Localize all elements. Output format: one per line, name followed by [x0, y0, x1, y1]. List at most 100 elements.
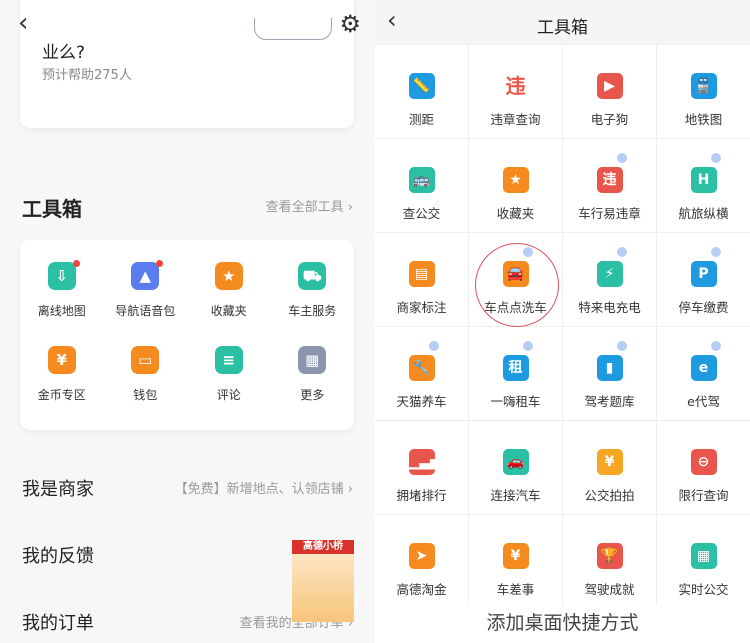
tool-icon: 🔧: [408, 355, 435, 381]
tool-icon: ▲: [131, 262, 160, 290]
tool-label: 电子狗: [590, 112, 629, 127]
tool-item[interactable]: ▲ 导航语音包: [104, 260, 188, 346]
tool-icon: ¥: [47, 346, 76, 374]
survey-card[interactable]: 业么? 预计帮助275人: [20, 0, 354, 128]
tool-icon: ▦: [298, 346, 327, 374]
tool-cell[interactable]: ¥ 公交拍拍: [563, 421, 657, 515]
tool-cell[interactable]: ¥ 车差事: [469, 515, 563, 609]
tool-label: 收藏夹: [496, 206, 535, 221]
mini-app-badge-icon: [617, 341, 627, 351]
tool-cell[interactable]: ▤ 商家标注: [375, 233, 469, 327]
row-title: 我的订单: [22, 613, 94, 634]
tool-cell[interactable]: ▦ 实时公交: [657, 515, 750, 609]
tool-label: 停车缴费: [678, 300, 729, 315]
tool-cell[interactable]: 🏆 驾驶成就: [563, 515, 657, 609]
tool-cell[interactable]: ⊖ 限行查询: [657, 421, 750, 515]
tool-icon: 🚌: [408, 167, 435, 193]
mascot-label: 高德小桥: [303, 541, 343, 552]
survey-button[interactable]: [254, 18, 332, 40]
survey-question: 业么?: [42, 43, 86, 63]
mini-app-badge-icon: [711, 247, 721, 257]
tool-label: 航旅纵横: [678, 206, 729, 221]
tool-cell[interactable]: e e代驾: [657, 327, 750, 421]
tool-icon: 🚗: [502, 449, 529, 475]
tool-cell[interactable]: ★ 收藏夹: [469, 139, 563, 233]
tool-cell[interactable]: ▮ 驾考题库: [563, 327, 657, 421]
tool-cell[interactable]: 🚘 车点点洗车: [469, 233, 563, 327]
row-title: 我的反馈: [22, 546, 94, 567]
tool-cell[interactable]: ⚡ 特来电充电: [563, 233, 657, 327]
tool-label: 导航语音包: [115, 304, 176, 318]
row-detail: 【免费】新增地点、认领店铺 ›: [174, 482, 353, 497]
tool-label: 车差事: [496, 582, 535, 597]
add-shortcut-button[interactable]: 添加桌面快捷方式: [375, 605, 750, 643]
tool-label: 特来电充电: [578, 300, 641, 315]
tool-icon: ➤: [408, 543, 435, 569]
tool-icon: ⊖: [690, 449, 717, 475]
tool-icon: ▭: [131, 346, 160, 374]
tool-label: 限行查询: [678, 488, 729, 503]
merchant-row[interactable]: 我是商家 【免费】新增地点、认领店铺 ›: [22, 475, 353, 501]
tool-label: 天猫养车: [396, 394, 447, 409]
tool-cell[interactable]: ▁▃▅ 拥堵排行: [375, 421, 469, 515]
tool-label: 评论: [216, 388, 241, 402]
tool-icon: ≡: [214, 346, 243, 374]
survey-helped-count: 预计帮助275人: [42, 68, 132, 83]
mini-app-badge-icon: [523, 247, 533, 257]
tool-item[interactable]: ⇩ 离线地图: [20, 260, 104, 346]
gear-icon[interactable]: ⚙: [339, 10, 361, 38]
tool-label: 更多: [300, 388, 325, 402]
mini-app-badge-icon: [617, 153, 627, 163]
tool-icon: H: [690, 167, 717, 193]
tool-item[interactable]: ≡ 评论: [187, 346, 271, 430]
tool-cell[interactable]: ▶ 电子狗: [563, 45, 657, 139]
mini-app-badge-icon: [711, 153, 721, 163]
tool-cell[interactable]: 🚗 连接汽车: [469, 421, 563, 515]
tool-icon: ★: [502, 167, 529, 193]
mascot-banner[interactable]: 高德小桥: [292, 540, 354, 622]
tool-cell[interactable]: ➤ 高德淘金: [375, 515, 469, 609]
tool-icon: P: [690, 261, 717, 287]
tool-item[interactable]: ▦ 更多: [271, 346, 355, 430]
tool-cell[interactable]: 📏 测距: [375, 45, 469, 139]
tool-cell[interactable]: 🚌 查公交: [375, 139, 469, 233]
tool-icon: 🏆: [596, 543, 623, 569]
tool-icon: 违: [596, 167, 623, 193]
mini-app-badge-icon: [617, 247, 627, 257]
red-dot-badge: [72, 260, 80, 267]
tool-cell[interactable]: 违车行易违章: [563, 139, 657, 233]
tool-icon: ⇩: [47, 262, 76, 290]
tool-cell[interactable]: 租一嗨租车: [469, 327, 563, 421]
tool-item[interactable]: ⛟ 车主服务: [271, 262, 355, 346]
tool-label: 驾驶成就: [584, 582, 635, 597]
tool-cell[interactable]: H 航旅纵横: [657, 139, 750, 233]
tool-cell[interactable]: 🚆 地铁图: [657, 45, 750, 139]
tool-label: 违章查询: [490, 112, 541, 127]
tool-icon: e: [690, 355, 717, 381]
tool-label: 钱包: [133, 388, 158, 402]
tool-icon: ▦: [690, 543, 717, 569]
tool-label: 车主服务: [288, 304, 337, 318]
tool-cell[interactable]: P 停车缴费: [657, 233, 750, 327]
tool-item[interactable]: ▭ 钱包: [104, 346, 188, 430]
tool-icon: 违: [505, 74, 526, 98]
tool-label: 商家标注: [396, 300, 447, 315]
tool-icon: ▮: [596, 355, 623, 381]
tool-label: 实时公交: [678, 582, 729, 597]
tool-label: 金币专区: [37, 388, 86, 402]
tool-label: 车行易违章: [578, 206, 641, 221]
tool-icon: 🚘: [502, 261, 529, 287]
tool-label: 查公交: [402, 206, 441, 221]
view-all-tools-link[interactable]: 查看全部工具 ›: [266, 196, 353, 215]
tool-icon: 🚆: [690, 73, 717, 99]
tool-cell[interactable]: 违违章查询: [469, 45, 563, 139]
row-title: 我是商家: [22, 479, 94, 500]
tool-label: 拥堵排行: [396, 488, 447, 503]
right-panel: ‹ 工具箱 📏 测距违违章查询 ▶ 电子狗 🚆 地铁图 🚌 查公交 ★ 收藏夹违车行易违章 H 航旅纵…: [375, 0, 750, 643]
tool-item[interactable]: ★ 收藏夹: [187, 262, 271, 346]
tool-cell[interactable]: 🔧 天猫养车: [375, 327, 469, 421]
tool-icon: ⛟: [298, 262, 327, 290]
tool-item[interactable]: ¥ 金币专区: [20, 346, 104, 430]
tool-label: 离线地图: [37, 304, 86, 318]
chevron-left-icon[interactable]: ‹: [18, 8, 28, 38]
